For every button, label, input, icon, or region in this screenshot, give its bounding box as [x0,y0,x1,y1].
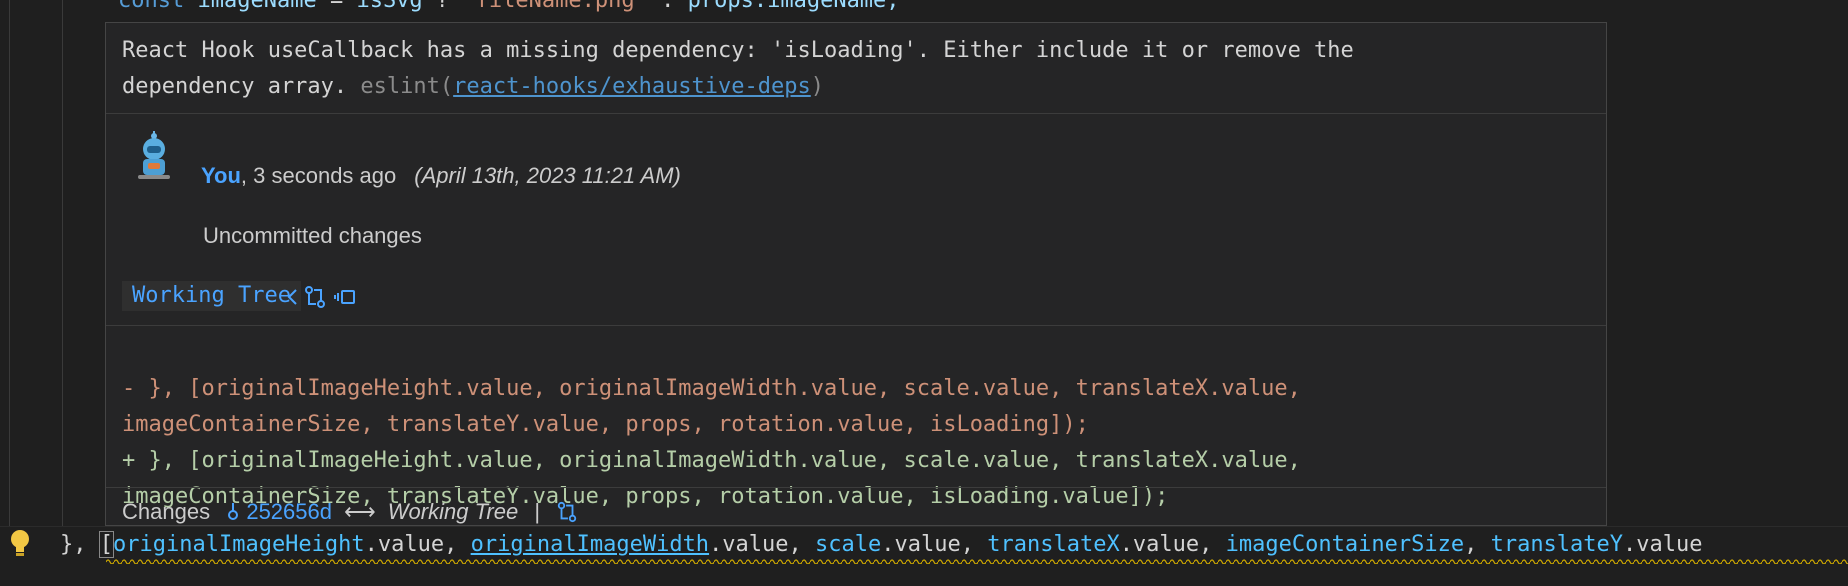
code-identifier: imageName [197,0,317,13]
code-operator: : [647,0,688,13]
diff-added-line: + }, [originalImageHeight.value, origina… [122,448,1301,473]
code-text: , [1464,532,1491,557]
code-line-bottom[interactable]: }, [originalImageHeight.value, originalI… [60,530,1703,560]
avatar [138,131,170,179]
compare-arrow-icon: ⟷ [344,499,376,524]
blame-author-line: You, 3 seconds ago (April 13th, 2023 11:2… [201,163,681,189]
code-punctuation: }, [60,532,100,557]
diagnostic-text: React Hook useCallback has a missing dep… [122,38,1354,63]
diff-removed-line: - }, [originalImageHeight.value, origina… [122,376,1301,401]
code-bracket: [ [98,531,115,558]
code-operator: = [316,0,357,13]
code-string: 'fileName.png' [462,0,648,13]
compare-changes-icon[interactable] [556,501,578,523]
blame-relative-time: , 3 seconds ago [240,163,397,188]
code-identifier: props.imageName; [687,0,900,13]
indent-guide [9,0,10,526]
code-identifier: originalImageHeight [113,532,365,557]
code-identifier: scale [815,532,882,557]
commit-icon [228,503,239,520]
commit-message: Uncommitted changes [203,223,422,248]
indent-guide [62,0,63,526]
code-identifier: imageContainerSize [1225,532,1465,557]
divider [106,325,1606,326]
code-text: .value, [364,532,471,557]
changes-target[interactable]: Working Tree [388,499,518,524]
chevron-left-icon[interactable] [286,286,298,308]
code-keyword: const [118,0,185,13]
divider [106,113,1606,114]
code-line-top[interactable]: const imageName = isSvg ? 'fileName.png'… [118,0,900,13]
diagnostic-text: dependency array. [122,74,361,99]
diff-removed-line: imageContainerSize, translateY.value, pr… [122,412,1089,437]
separator-pipe: | [534,499,541,524]
blame-date: (April 13th, 2023 11:21 AM) [414,163,681,188]
commit-hash-link[interactable]: 252656d [246,499,332,524]
code-identifier: translateY [1490,532,1624,557]
eslint-source: ) [810,74,825,99]
code-operator: ? [422,0,463,13]
changes-label: Changes [122,499,211,524]
code-text: .value, [709,532,816,557]
open-details-icon[interactable] [334,287,356,307]
eslint-source: eslint( [360,74,454,99]
code-text: .value, [881,532,988,557]
compare-changes-icon[interactable] [304,285,326,309]
divider [106,487,1606,488]
working-tree-badge[interactable]: Working Tree [122,281,301,311]
code-identifier: originalImageWidth [470,532,710,557]
warning-squiggle [106,558,1848,564]
blame-author[interactable]: You [201,163,241,188]
code-identifier: translateX [987,532,1120,557]
code-text: .value [1623,532,1703,557]
eslint-rule-link[interactable]: react-hooks/exhaustive-deps [453,74,811,99]
code-text: .value, [1119,532,1226,557]
diff-block: - }, [originalImageHeight.value, origina… [122,335,1301,515]
hover-popup[interactable]: React Hook useCallback has a missing dep… [105,22,1607,526]
lightbulb-icon[interactable] [8,528,32,560]
code-identifier: isSvg [356,0,423,13]
changes-footer: Changes 252656d ⟷ Working Tree | [122,499,578,525]
diagnostic-message: React Hook useCallback has a missing dep… [122,33,1582,105]
